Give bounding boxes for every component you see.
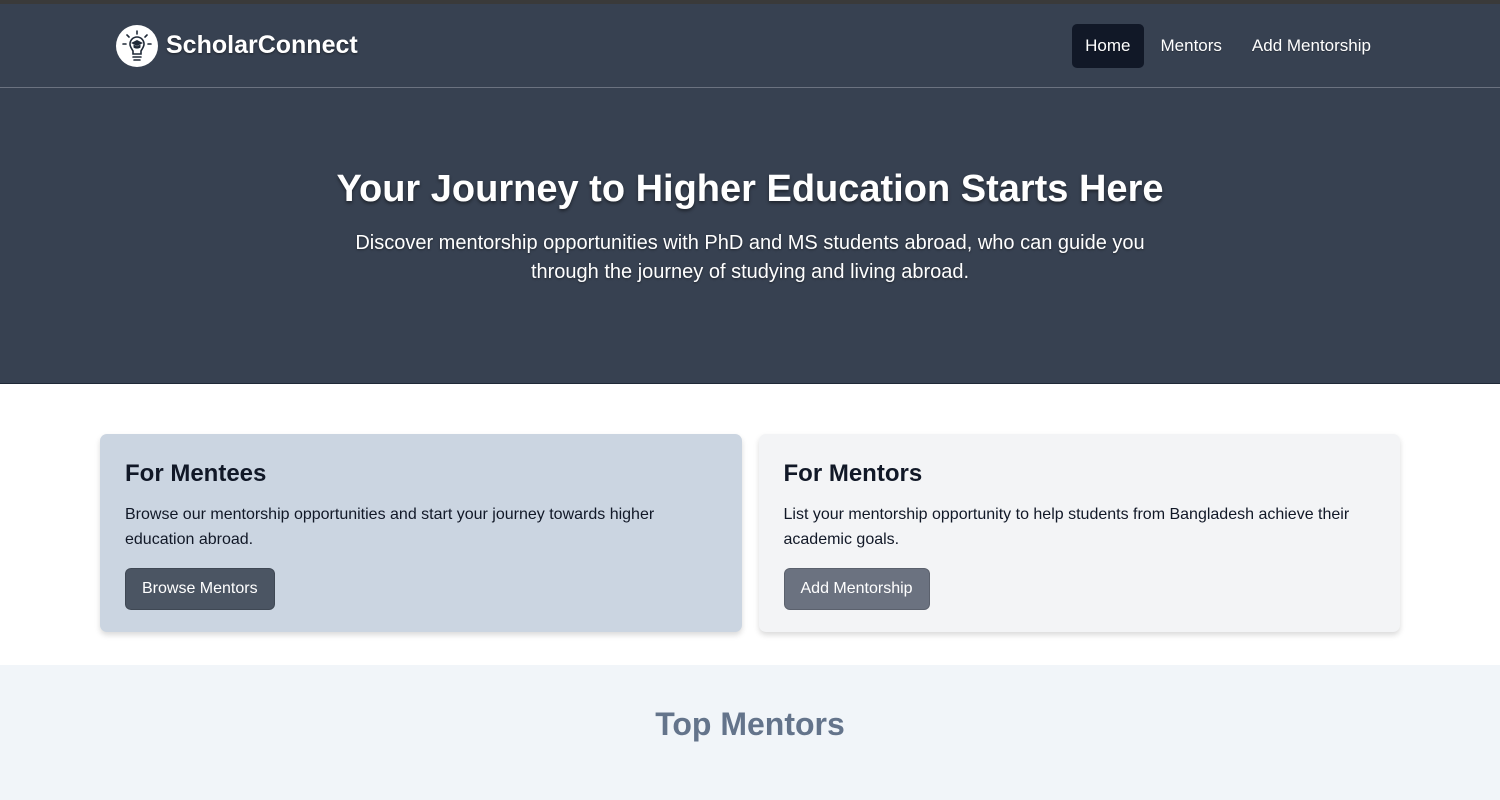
nav-mentors[interactable]: Mentors	[1148, 24, 1235, 68]
mentees-card: For Mentees Browse our mentorship opport…	[100, 434, 742, 632]
brand[interactable]: ScholarConnect	[116, 24, 358, 67]
browse-mentors-button[interactable]: Browse Mentors	[125, 568, 275, 610]
nav-home[interactable]: Home	[1072, 23, 1144, 68]
hero-title: Your Journey to Higher Education Starts …	[336, 168, 1164, 210]
top-mentors-title: Top Mentors	[655, 706, 845, 742]
brand-name: ScholarConnect	[166, 31, 358, 59]
mentors-card-title: For Mentors	[783, 460, 923, 487]
top-mentors-section: Top Mentors	[0, 665, 1500, 800]
mentees-card-title: For Mentees	[125, 460, 267, 487]
nav-add-mentorship[interactable]: Add Mentorship	[1239, 24, 1384, 68]
mentors-card-text: List your mentorship opportunity to help…	[783, 506, 1350, 548]
mentors-card: For Mentors List your mentorship opportu…	[758, 434, 1400, 632]
navbar: ScholarConnect Home Mentors Add Mentorsh…	[0, 4, 1500, 88]
main-nav: Home Mentors Add Mentorship	[1072, 23, 1384, 68]
lightbulb-graduation-cap-icon	[116, 24, 158, 67]
hero-section: Your Journey to Higher Education Starts …	[0, 88, 1500, 384]
add-mentorship-button[interactable]: Add Mentorship	[783, 568, 930, 610]
mentees-card-text: Browse our mentorship opportunities and …	[125, 506, 655, 548]
hero-subtitle: Discover mentorship opportunities with P…	[355, 232, 1145, 283]
cards-section: For Mentees Browse our mentorship opport…	[0, 384, 1500, 665]
